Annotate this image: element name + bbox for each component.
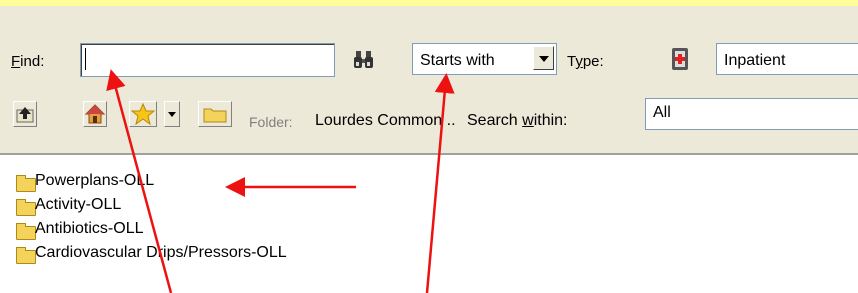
favorites-dropdown-button[interactable]: [164, 101, 180, 127]
folder-icon: [16, 223, 36, 240]
search-within-select[interactable]: All: [645, 98, 858, 130]
folder-icon: [203, 108, 227, 123]
chevron-down-icon: [168, 112, 176, 117]
up-folder-icon: [16, 107, 34, 123]
folder-button[interactable]: [198, 101, 232, 127]
type-value: Inpatient: [724, 52, 786, 69]
search-mode-value: Starts with: [420, 52, 495, 69]
favorites-star-icon: [130, 102, 156, 126]
search-within-label: Search within:: [467, 112, 568, 129]
up-folder-button[interactable]: [13, 101, 37, 127]
tree-item-label: Activity-OLL: [35, 196, 122, 213]
type-label: Type:: [567, 53, 604, 70]
tree-item-label: Powerplans-OLL: [35, 172, 155, 189]
chevron-down-icon[interactable]: [533, 46, 554, 70]
search-within-value: All: [653, 104, 671, 121]
binoculars-icon[interactable]: [353, 50, 375, 70]
folder-icon: [16, 247, 36, 264]
search-toolbar-panel: Find: Starts with Type: Inpatient Folder…: [0, 6, 858, 154]
text-caret: [85, 48, 86, 70]
folder-icon: [16, 199, 36, 216]
folder-value: Lourdes Common ..: [315, 112, 456, 129]
find-input[interactable]: [80, 43, 335, 77]
home-button[interactable]: [83, 101, 107, 127]
tree-item-label: Cardiovascular Drips/Pressors-OLL: [35, 244, 287, 261]
folder-icon: [16, 175, 36, 192]
tree-item-label: Antibiotics-OLL: [35, 220, 144, 237]
panel-divider: [0, 153, 858, 156]
medication-type-icon: [672, 48, 688, 70]
type-select[interactable]: Inpatient: [716, 43, 858, 75]
home-icon: [84, 104, 106, 124]
find-label: Find:: [11, 53, 45, 70]
search-mode-select[interactable]: Starts with: [412, 43, 557, 75]
favorites-button[interactable]: [129, 101, 157, 127]
folder-label: Folder:: [249, 114, 293, 130]
